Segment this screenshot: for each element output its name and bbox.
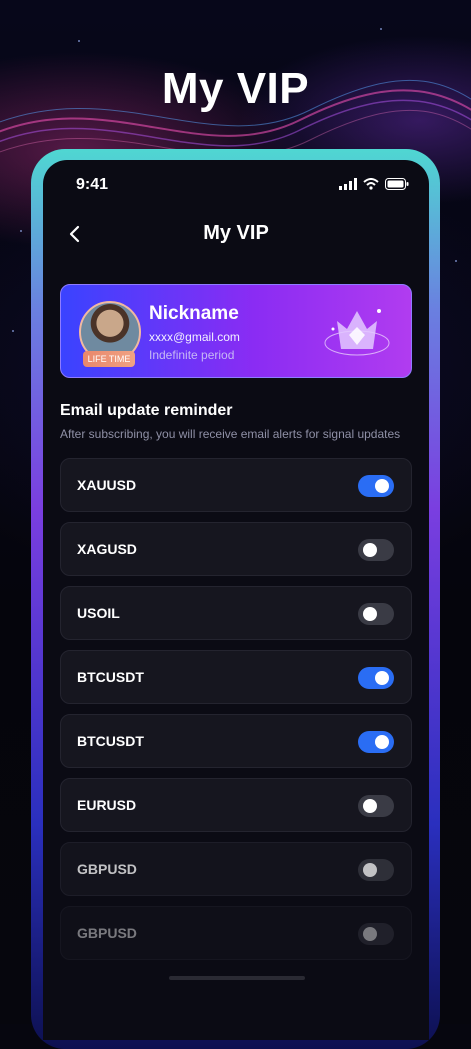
diamond-crown-icon — [324, 309, 390, 356]
toggle-switch[interactable] — [358, 859, 394, 881]
email-text: xxxx@gmail.com — [149, 330, 240, 344]
reminder-title: Email update reminder — [60, 402, 233, 419]
status-icons — [339, 178, 409, 190]
toggle-switch[interactable] — [358, 603, 394, 625]
toggle-switch[interactable] — [358, 923, 394, 945]
list-item: XAGUSD — [60, 522, 412, 576]
home-indicator — [169, 976, 305, 980]
toggle-switch[interactable] — [358, 795, 394, 817]
vip-profile-card: LIFE TIME Nickname xxxx@gmail.com Indefi… — [60, 284, 412, 378]
status-time: 9:41 — [76, 176, 109, 193]
list-item: BTCUSDT — [60, 714, 412, 768]
wifi-icon — [363, 178, 379, 190]
signal-icon — [339, 178, 357, 190]
lifetime-badge: LIFE TIME — [83, 351, 135, 367]
battery-icon — [385, 178, 409, 190]
toggle-switch[interactable] — [358, 731, 394, 753]
page-title: My VIP — [203, 222, 269, 244]
list-item: EURUSD — [60, 778, 412, 832]
symbol-label: GBPUSD — [77, 861, 137, 877]
symbol-label: XAGUSD — [77, 541, 137, 557]
list-item: BTCUSDT — [60, 650, 412, 704]
symbol-label: EURUSD — [77, 797, 137, 813]
list-item: USOIL — [60, 586, 412, 640]
symbol-label: BTCUSDT — [77, 669, 144, 685]
symbol-list: XAUUSD XAGUSD USOIL BTCUSDT BTCUSDT EURU… — [60, 458, 412, 970]
nav-bar: My VIP — [43, 220, 429, 250]
toggle-switch[interactable] — [358, 475, 394, 497]
hero-title: My VIP — [161, 64, 310, 113]
reminder-subtitle: After subscribing, you will receive emai… — [60, 427, 401, 441]
symbol-label: XAUUSD — [77, 477, 137, 493]
list-item: GBPUSD — [60, 842, 412, 896]
toggle-switch[interactable] — [358, 539, 394, 561]
phone-screen: 9:41 My VIP LIFE TIME Nickname xxxx@gmai… — [43, 160, 429, 1040]
symbol-label: BTCUSDT — [77, 733, 144, 749]
status-bar: 9:41 — [43, 176, 429, 196]
symbol-label: USOIL — [77, 605, 120, 621]
list-item: GBPUSD — [60, 906, 412, 960]
list-item: XAUUSD — [60, 458, 412, 512]
nickname: Nickname — [149, 303, 239, 324]
period-text: Indefinite period — [149, 348, 235, 362]
symbol-label: GBPUSD — [77, 925, 137, 941]
toggle-switch[interactable] — [358, 667, 394, 689]
